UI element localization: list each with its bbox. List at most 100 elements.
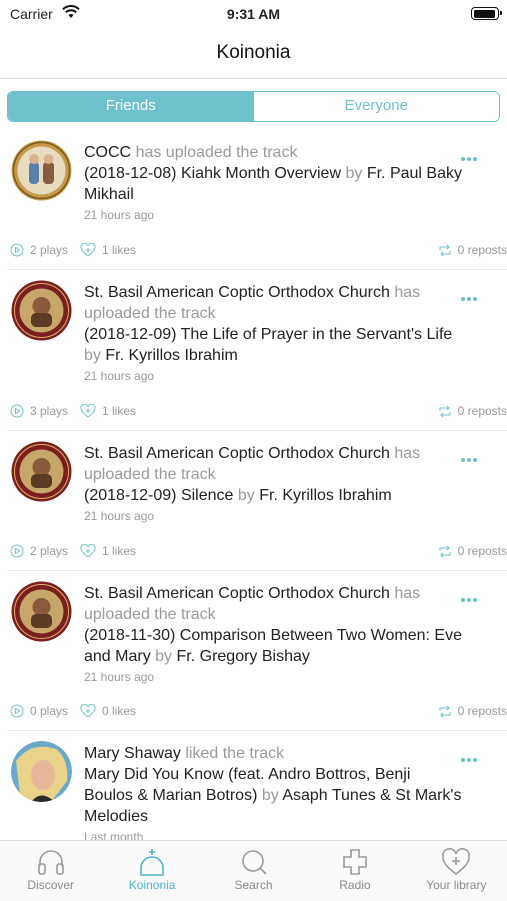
- reposts-count: 0 reposts: [457, 704, 507, 718]
- play-icon: [10, 243, 24, 257]
- battery-icon: [471, 7, 502, 20]
- more-options-icon[interactable]: [461, 449, 479, 462]
- repost-icon: [439, 545, 451, 557]
- feed-user-name[interactable]: St. Basil American Coptic Orthodox Churc…: [84, 284, 390, 301]
- likes-stat[interactable]: 1 likes: [80, 544, 136, 558]
- clock: 9:31 AM: [226, 6, 281, 22]
- tab-koinonia[interactable]: Koinonia: [101, 841, 202, 901]
- status-bar: Carrier 9:31 AM: [0, 0, 507, 28]
- more-options-icon[interactable]: [461, 288, 479, 301]
- feed-user-name[interactable]: Mary Shaway: [84, 745, 181, 762]
- search-icon: [241, 850, 267, 875]
- feed-track-title[interactable]: (2018-12-09) Silence: [84, 487, 233, 504]
- feed-track-title[interactable]: (2018-12-09) The Life of Prayer in the S…: [84, 326, 452, 343]
- repost-icon: [439, 705, 451, 717]
- heart-plus-icon: [80, 243, 96, 257]
- reposts-stat[interactable]: 0 reposts: [438, 704, 507, 718]
- coptic-cross-icon: [343, 849, 367, 875]
- feed-filter-segmented-control: Friends Everyone: [7, 91, 500, 122]
- navigation-bar: Koinonia: [0, 28, 507, 79]
- feed-stats: 2 plays 1 likes 0 reposts: [7, 231, 507, 269]
- church-icon: [140, 849, 164, 876]
- likes-stat[interactable]: 0 likes: [80, 704, 136, 718]
- segment-friends[interactable]: Friends: [8, 92, 254, 121]
- tab-label: Discover: [27, 878, 75, 892]
- feed-by: by: [84, 347, 101, 364]
- mary-shaway-avatar[interactable]: [11, 741, 72, 802]
- page-title: Koinonia: [216, 42, 291, 63]
- likes-count: 1 likes: [102, 544, 137, 558]
- st-basil-avatar[interactable]: [11, 581, 72, 642]
- feed-timestamp: 21 hours ago: [84, 509, 155, 523]
- plays-stat: 2 plays: [10, 544, 68, 558]
- plays-stat: 2 plays: [10, 243, 68, 257]
- plays-count: 0 plays: [30, 704, 69, 718]
- reposts-stat[interactable]: 0 reposts: [438, 404, 507, 418]
- reposts-count: 0 reposts: [457, 544, 507, 558]
- feed-item[interactable]: St. Basil American Coptic Orthodox Churc…: [7, 270, 507, 431]
- feed-timestamp: 21 hours ago: [84, 208, 155, 222]
- feed-stats: 3 plays 1 likes 0 reposts: [7, 392, 507, 430]
- tab-radio[interactable]: Radio: [304, 841, 405, 901]
- play-icon: [10, 544, 24, 558]
- tab-label: Search: [234, 878, 273, 892]
- feed-by: by: [237, 487, 255, 504]
- feed-artist[interactable]: Fr. Kyrillos Ibrahim: [259, 487, 391, 504]
- repost-icon: [439, 405, 451, 417]
- feed-item[interactable]: COCC has uploaded the track (2018-12-08)…: [7, 130, 507, 270]
- cocc-avatar[interactable]: [11, 140, 72, 201]
- likes-count: 0 likes: [102, 704, 137, 718]
- likes-stat[interactable]: 1 likes: [80, 404, 136, 418]
- feed-item[interactable]: St. Basil American Coptic Orthodox Churc…: [7, 431, 507, 571]
- heart-plus-icon: [80, 544, 96, 558]
- feed-timestamp: 21 hours ago: [84, 369, 155, 383]
- activity-feed[interactable]: COCC has uploaded the track (2018-12-08)…: [0, 130, 507, 840]
- tab-search[interactable]: Search: [203, 841, 304, 901]
- feed-item[interactable]: Mary Shaway liked the track Mary Did You…: [7, 731, 507, 840]
- heart-plus-icon: [442, 848, 471, 876]
- feed-user-name[interactable]: COCC: [84, 144, 131, 161]
- segment-everyone[interactable]: Everyone: [253, 92, 499, 121]
- feed-stats: 0 plays 0 likes 0 reposts: [7, 692, 507, 730]
- likes-stat[interactable]: 1 likes: [80, 243, 136, 257]
- play-icon: [10, 404, 24, 418]
- tab-discover[interactable]: Discover: [0, 841, 101, 901]
- feed-by: by: [261, 787, 279, 804]
- more-options-icon[interactable]: [461, 749, 479, 762]
- plays-stat: 3 plays: [10, 404, 68, 418]
- feed-by: by: [155, 648, 173, 665]
- reposts-count: 0 reposts: [457, 404, 507, 418]
- feed-artist[interactable]: Fr. Gregory Bishay: [177, 648, 310, 665]
- reposts-stat[interactable]: 0 reposts: [438, 544, 507, 558]
- feed-user-name[interactable]: St. Basil American Coptic Orthodox Churc…: [84, 585, 390, 602]
- feed-timestamp: 21 hours ago: [84, 670, 155, 684]
- tab-label: Your library: [426, 878, 487, 892]
- heart-plus-icon: [80, 704, 96, 718]
- repost-icon: [439, 244, 451, 256]
- plays-count: 2 plays: [30, 243, 69, 257]
- tab-your-library[interactable]: Your library: [406, 841, 507, 901]
- plays-stat: 0 plays: [10, 704, 68, 718]
- plays-count: 3 plays: [30, 404, 69, 418]
- feed-action: has uploaded the track: [135, 144, 298, 161]
- reposts-count: 0 reposts: [457, 243, 507, 257]
- more-options-icon[interactable]: [461, 148, 479, 161]
- feed-artist[interactable]: Fr. Kyrillos Ibrahim: [105, 347, 237, 364]
- feed-by: by: [345, 165, 363, 182]
- heart-plus-icon: [80, 404, 96, 418]
- feed-user-name[interactable]: St. Basil American Coptic Orthodox Churc…: [84, 445, 390, 462]
- feed-timestamp: Last month: [84, 830, 144, 840]
- st-basil-avatar[interactable]: [11, 280, 72, 341]
- reposts-stat[interactable]: 0 reposts: [438, 243, 507, 257]
- feed-item[interactable]: St. Basil American Coptic Orthodox Churc…: [7, 571, 507, 731]
- play-icon: [10, 704, 24, 718]
- tab-label: Radio: [339, 878, 371, 892]
- headphones-icon: [37, 850, 64, 875]
- feed-track-title[interactable]: (2018-12-08) Kiahk Month Overview: [84, 165, 341, 182]
- st-basil-avatar[interactable]: [11, 441, 72, 502]
- tab-label: Koinonia: [128, 878, 176, 892]
- likes-count: 1 likes: [102, 404, 137, 418]
- tab-bar: Discover Koinonia Search Radio Your libr…: [0, 840, 507, 901]
- more-options-icon[interactable]: [461, 589, 479, 602]
- plays-count: 2 plays: [30, 544, 69, 558]
